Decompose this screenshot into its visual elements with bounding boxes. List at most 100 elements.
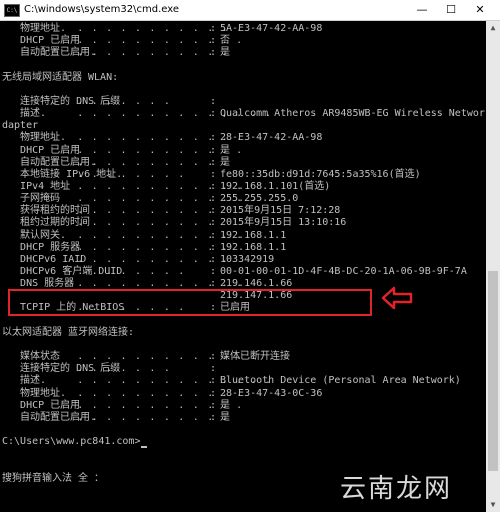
row-colon: : bbox=[210, 363, 217, 375]
row-dots: . . . . . . . . . . . bbox=[70, 253, 229, 265]
row-label: 物理地址. bbox=[2, 387, 67, 399]
console-text: C:\Users\www.pc841.com> bbox=[2, 436, 141, 448]
row-colon: : bbox=[210, 180, 217, 192]
console-text: dapter bbox=[2, 120, 39, 132]
scroll-down-icon[interactable]: ▼ bbox=[486, 498, 500, 512]
row-colon: : bbox=[210, 387, 217, 399]
row-dots: . . . . . . . . . . . . bbox=[70, 180, 244, 192]
row-colon: : bbox=[210, 266, 217, 277]
row-value: 5A-E3-47-42-AA-98 bbox=[220, 23, 323, 34]
row-colon: : bbox=[210, 351, 217, 363]
row-dots: . . . . . . . . . . . bbox=[70, 47, 229, 59]
row-value: 192.168.1.101(首选) bbox=[220, 180, 331, 192]
console-line: DHCP 已启用 . . . . . . . . . . . .:是 bbox=[2, 145, 484, 157]
row-dots: . . . . . . . . . . . . bbox=[70, 23, 244, 34]
row-dots: . . . . . . . . . . . bbox=[70, 411, 229, 423]
row-colon: : bbox=[210, 253, 217, 265]
watermark-logo: 云南龙网 bbox=[340, 474, 453, 504]
row-value: 否 bbox=[220, 35, 230, 47]
console-line: C:\Users\www.pc841.com> bbox=[2, 436, 484, 449]
console-line: 描述. . . . . . . . . . . . . . .: Bluetoot… bbox=[2, 375, 484, 387]
console-line: 媒体状态 . . . . . . . . . . . . .: 媒体已断开连接 bbox=[2, 351, 484, 363]
console-line: 自动配置已启用. . . . . . . . . . . .:是 bbox=[2, 157, 484, 169]
left-arrow-icon bbox=[381, 286, 413, 310]
row-colon: : bbox=[210, 47, 217, 59]
console-line: DHCPv6 客户端 DUID . . . . . . . .:00-01-00… bbox=[2, 266, 484, 278]
row-value: 192.168.1.1 bbox=[220, 241, 287, 253]
vertical-scrollbar[interactable]: ▲ ▼ bbox=[486, 21, 500, 512]
title-bar: C:\ C:\windows\system32\cmd.exe — ☐ ✕ bbox=[0, 0, 500, 21]
row-dots: . . . . . . . bbox=[70, 95, 172, 107]
row-label: IPv4 地址 bbox=[2, 180, 71, 192]
console-line: 获得租约的时间 . . . . . . . . . .:2015年9月15日 7… bbox=[2, 205, 484, 217]
row-colon: : bbox=[210, 241, 217, 253]
row-value: 192.168.1.1 bbox=[220, 229, 287, 241]
row-value: 是 bbox=[220, 399, 230, 411]
row-colon: : bbox=[210, 411, 217, 423]
console-line: IPv4 地址 . . . . . . . . . . . .:192.168.… bbox=[2, 181, 484, 193]
close-button[interactable]: ✕ bbox=[466, 0, 494, 20]
console-line: 默认网关. . . . . . . . . . . . .:192.168.1.… bbox=[2, 230, 484, 242]
row-colon: : bbox=[210, 144, 217, 156]
row-label: DHCP 已启用 bbox=[2, 144, 81, 156]
row-value: 是 bbox=[220, 411, 230, 423]
row-value: 255.255.255.0 bbox=[220, 193, 299, 205]
console-line: 以太网适配器 蓝牙网络连接: bbox=[2, 327, 484, 339]
console-text: 搜狗拼音输入法 全 ： bbox=[2, 472, 105, 484]
row-colon: : bbox=[210, 217, 217, 229]
row-colon: : bbox=[210, 132, 217, 144]
row-value: 103342919 bbox=[220, 253, 275, 265]
row-label: 物理地址. bbox=[2, 23, 67, 34]
console-line: DHCP 已启用 . . . . . . . . . . . .:是 bbox=[2, 400, 484, 412]
console-line: 描述. . . . . . . . . . . . . . .: Qualcomm… bbox=[2, 108, 486, 120]
row-dots: . . . . . . . . . . . . bbox=[70, 399, 244, 411]
row-label: DHCP 已启用 bbox=[2, 35, 81, 47]
console-line: dapter bbox=[2, 120, 484, 132]
row-dots: . . . . . . . . . . . . bbox=[70, 35, 244, 47]
row-value: 00-01-00-01-1D-4F-4B-DC-20-1A-06-9B-9F-7… bbox=[220, 266, 467, 277]
minimize-button[interactable]: — bbox=[408, 0, 436, 20]
row-label: 描述. bbox=[2, 108, 47, 120]
scroll-thumb[interactable] bbox=[488, 271, 498, 471]
console-line: 自动配置已启用. . . . . . . . . . . .:是 bbox=[2, 412, 484, 424]
row-value: fe80::35db:d91d:7645:5a35%16(首选) bbox=[220, 168, 421, 180]
row-label: 子网掩码 bbox=[2, 193, 61, 205]
row-colon: : bbox=[210, 95, 217, 107]
row-label: DHCP 已启用 bbox=[2, 399, 81, 411]
row-dots: . . . . . . . . . . bbox=[70, 217, 215, 229]
row-label: 默认网关. bbox=[2, 229, 67, 241]
row-value: Qualcomm Atheros AR9485WB-EG Wireless Ne… bbox=[220, 108, 486, 120]
row-value: Bluetooth Device (Personal Area Network) bbox=[220, 375, 461, 387]
row-value: 媒体已断开连接 bbox=[220, 351, 290, 363]
scroll-up-icon[interactable]: ▲ bbox=[486, 21, 500, 35]
console-line: 连接特定的 DNS 后缀 . . . . . . .: bbox=[2, 363, 484, 375]
row-label: 物理地址. bbox=[2, 132, 67, 144]
row-colon: : bbox=[210, 205, 217, 217]
row-label: DHCP 服务器 bbox=[2, 241, 81, 253]
row-colon: : bbox=[210, 168, 217, 180]
console-line: 物理地址. . . . . . . . . . . . .:28-E3-47-4… bbox=[2, 388, 484, 400]
console-line: DHCPv6 IAID . . . . . . . . . . .:103342… bbox=[2, 254, 484, 266]
row-value: 28-E3-47-42-AA-98 bbox=[220, 132, 323, 144]
row-colon: : bbox=[210, 108, 217, 120]
console-output[interactable]: 物理地址. . . . . . . . . . . . .:5A-E3-47-4… bbox=[0, 21, 486, 512]
console-line: 租约过期的时间 . . . . . . . . . .:2015年9月15日 1… bbox=[2, 217, 484, 229]
row-colon: : bbox=[210, 156, 217, 168]
row-label: 媒体状态 bbox=[2, 351, 61, 363]
maximize-button[interactable]: ☐ bbox=[437, 0, 465, 20]
row-dots: . . . . . . . . . . . . bbox=[70, 387, 244, 399]
row-value: 2015年9月15日 7:12:28 bbox=[220, 205, 341, 217]
row-value: 28-E3-47-43-0C-36 bbox=[220, 387, 323, 399]
console-line: 物理地址. . . . . . . . . . . . .:5A-E3-47-4… bbox=[2, 23, 484, 35]
cmd-icon: C:\ bbox=[4, 4, 20, 17]
row-dots: . . . . . . . . . . . . bbox=[70, 132, 244, 144]
row-colon: : bbox=[210, 35, 217, 47]
row-dots: . . . . . . . . . . . bbox=[70, 241, 229, 253]
console-line: 物理地址. . . . . . . . . . . . .:28-E3-47-4… bbox=[2, 132, 484, 144]
row-dots: . . . . . . . . . . . bbox=[70, 156, 229, 168]
console-line: 本地链接 IPv6 地址. . . . . . . . .: fe80::35db… bbox=[2, 169, 484, 181]
